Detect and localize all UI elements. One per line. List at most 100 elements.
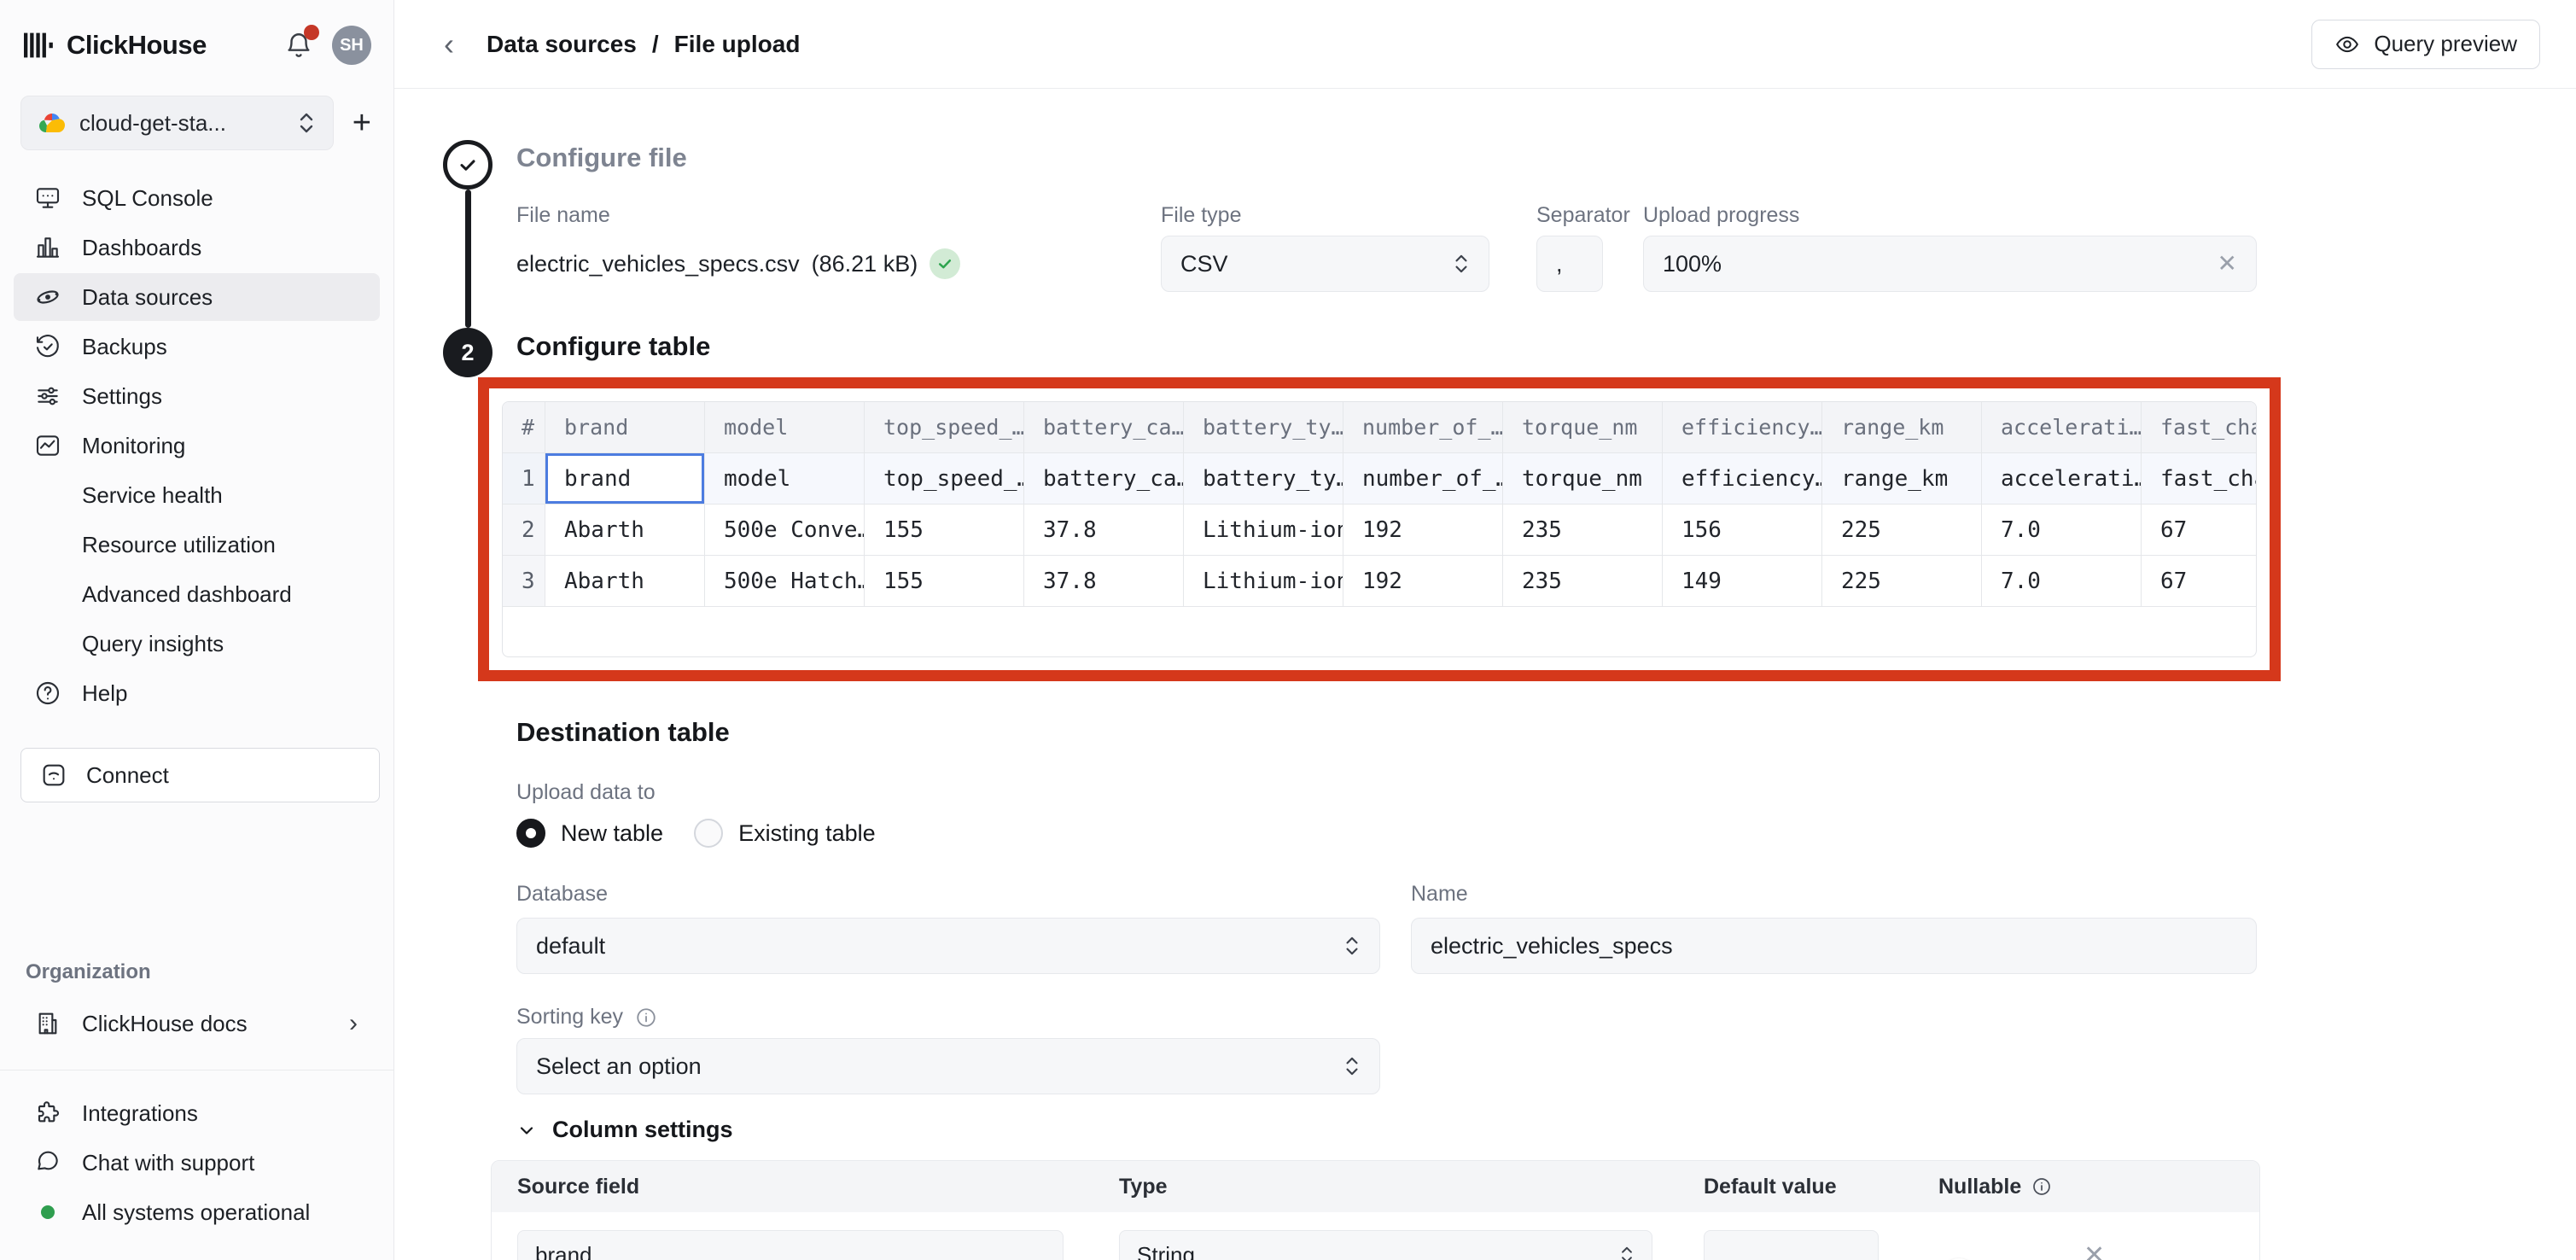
close-icon[interactable]: ✕ xyxy=(2218,252,2237,276)
table-cell[interactable]: Lithium-ion xyxy=(1184,556,1343,607)
type-select[interactable]: String xyxy=(1119,1230,1652,1260)
table-cell[interactable]: 7.0 xyxy=(1982,505,2142,556)
add-service-button[interactable]: + xyxy=(353,107,371,139)
table-cell[interactable]: battery_ty… xyxy=(1184,453,1343,505)
column-header: number_of_… xyxy=(1343,402,1503,453)
table-cell[interactable]: 225 xyxy=(1822,556,1982,607)
sidebar-item-integrations[interactable]: Integrations xyxy=(14,1089,380,1137)
check-icon xyxy=(456,153,480,177)
table-cell[interactable]: 155 xyxy=(865,505,1024,556)
table-cell[interactable]: 67 xyxy=(2142,505,2257,556)
table-cell[interactable]: range_km xyxy=(1822,453,1982,505)
main-panel: ‹ Data sources / File upload Query previ… xyxy=(394,0,2576,1260)
table-cell[interactable]: 67 xyxy=(2142,556,2257,607)
configure-file-form: File name electric_vehicles_specs.csv (8… xyxy=(516,203,2576,292)
table-cell[interactable]: 235 xyxy=(1503,505,1663,556)
sidebar-item-resource-utilization[interactable]: Resource utilization xyxy=(14,521,380,569)
table-cell[interactable]: 235 xyxy=(1503,556,1663,607)
notifications-bell-icon[interactable] xyxy=(284,31,313,60)
sorting-key-select[interactable]: Select an option xyxy=(516,1038,1380,1094)
file-name-label: File name xyxy=(516,203,1161,230)
table-cell[interactable]: 149 xyxy=(1663,556,1822,607)
table-cell[interactable]: Abarth xyxy=(545,505,705,556)
sidebar-item-service-health[interactable]: Service health xyxy=(14,471,380,519)
sidebar-item-settings[interactable]: Settings xyxy=(14,372,380,420)
column-header: fast_cha xyxy=(2142,402,2257,453)
table-cell[interactable]: brand xyxy=(545,453,705,505)
file-valid-badge xyxy=(930,248,960,279)
column-header: model xyxy=(705,402,865,453)
sidebar-item-label: Monitoring xyxy=(82,433,185,459)
table-cell[interactable]: 225 xyxy=(1822,505,1982,556)
source-field-input[interactable]: brand xyxy=(517,1230,1064,1260)
clickhouse-logo-icon xyxy=(24,32,55,59)
connect-label: Connect xyxy=(86,762,169,789)
upload-progress-input[interactable]: 100% ✕ xyxy=(1643,236,2257,292)
service-name: cloud-get-sta... xyxy=(79,110,297,137)
table-cell[interactable]: 7.0 xyxy=(1982,556,2142,607)
dashboards-icon xyxy=(34,234,61,261)
default-value-input[interactable] xyxy=(1704,1230,1879,1260)
table-cell[interactable]: number_of_… xyxy=(1343,453,1503,505)
sidebar-item-dashboards[interactable]: Dashboards xyxy=(14,224,380,271)
table-name-input[interactable]: electric_vehicles_specs xyxy=(1411,918,2257,974)
table-cell[interactable]: 500e Hatch… xyxy=(705,556,865,607)
file-type-select[interactable]: CSV xyxy=(1161,236,1489,292)
radio-selected-icon xyxy=(516,819,545,848)
table-cell[interactable]: 37.8 xyxy=(1024,556,1184,607)
table-cell[interactable]: efficiency… xyxy=(1663,453,1822,505)
service-switcher[interactable]: cloud-get-sta... xyxy=(20,96,334,150)
step-1-complete-indicator xyxy=(443,140,492,190)
table-cell[interactable]: top_speed_… xyxy=(865,453,1024,505)
table-cell[interactable]: model xyxy=(705,453,865,505)
sidebar-item-backups[interactable]: Backups xyxy=(14,323,380,370)
table-cell[interactable]: battery_ca… xyxy=(1024,453,1184,505)
info-icon[interactable] xyxy=(2031,1176,2052,1197)
table-cell[interactable]: 500e Conve… xyxy=(705,505,865,556)
column-header: range_km xyxy=(1822,402,1982,453)
table-cell[interactable]: fast_cha xyxy=(2142,453,2257,505)
connect-button[interactable]: Connect xyxy=(20,748,380,802)
table-cell[interactable]: 192 xyxy=(1343,505,1503,556)
database-label: Database xyxy=(516,882,1380,909)
info-icon[interactable] xyxy=(635,1006,657,1029)
query-preview-button[interactable]: Query preview xyxy=(2311,20,2540,69)
sidebar-item-help[interactable]: Help xyxy=(14,669,380,717)
remove-column-icon[interactable]: ✕ xyxy=(2084,1241,2105,1260)
step-2-indicator: 2 xyxy=(443,328,492,377)
docs-building-icon xyxy=(34,1010,61,1037)
table-cell[interactable]: Abarth xyxy=(545,556,705,607)
configure-table-title: Configure table xyxy=(516,330,2576,364)
table-name-value: electric_vehicles_specs xyxy=(1431,933,1673,960)
sidebar-item-data-sources[interactable]: Data sources xyxy=(14,273,380,321)
sidebar-item-system-status[interactable]: All systems operational xyxy=(14,1188,380,1236)
separator-input[interactable]: , xyxy=(1536,236,1603,292)
sidebar-item-sql-console[interactable]: SQL Console xyxy=(14,174,380,222)
sidebar-item-label: Resource utilization xyxy=(82,532,276,558)
table-cell[interactable]: Lithium-ion xyxy=(1184,505,1343,556)
avatar[interactable]: SH xyxy=(332,26,371,65)
column-settings-toggle[interactable]: Column settings xyxy=(516,1117,2576,1143)
table-cell[interactable]: 192 xyxy=(1343,556,1503,607)
table-cell[interactable]: 156 xyxy=(1663,505,1822,556)
sidebar-item-monitoring[interactable]: Monitoring xyxy=(14,422,380,470)
sidebar-item-clickhouse-docs[interactable]: ClickHouse docs › xyxy=(14,1000,380,1047)
table-cell[interactable]: torque_nm xyxy=(1503,453,1663,505)
sidebar-item-query-insights[interactable]: Query insights xyxy=(14,620,380,668)
column-settings-title: Column settings xyxy=(552,1117,733,1143)
sidebar-item-chat-support[interactable]: Chat with support xyxy=(14,1139,380,1187)
table-cell[interactable]: accelerati… xyxy=(1982,453,2142,505)
breadcrumb-data-sources[interactable]: Data sources xyxy=(487,31,637,58)
table-header-row: # brand model top_speed_… battery_ca… ba… xyxy=(503,402,2257,453)
sorting-key-label: Sorting key xyxy=(516,1005,623,1030)
database-select[interactable]: default xyxy=(516,918,1380,974)
sorting-key-value: Select an option xyxy=(536,1053,702,1080)
table-cell[interactable]: 155 xyxy=(865,556,1024,607)
back-icon[interactable]: ‹ xyxy=(444,29,454,60)
radio-existing-table[interactable]: Existing table xyxy=(694,819,876,848)
sidebar-item-label: Settings xyxy=(82,383,162,410)
table-cell[interactable]: 37.8 xyxy=(1024,505,1184,556)
radio-new-table[interactable]: New table xyxy=(516,819,663,848)
chevron-down-icon xyxy=(516,1120,537,1140)
sidebar-item-advanced-dashboard[interactable]: Advanced dashboard xyxy=(14,570,380,618)
